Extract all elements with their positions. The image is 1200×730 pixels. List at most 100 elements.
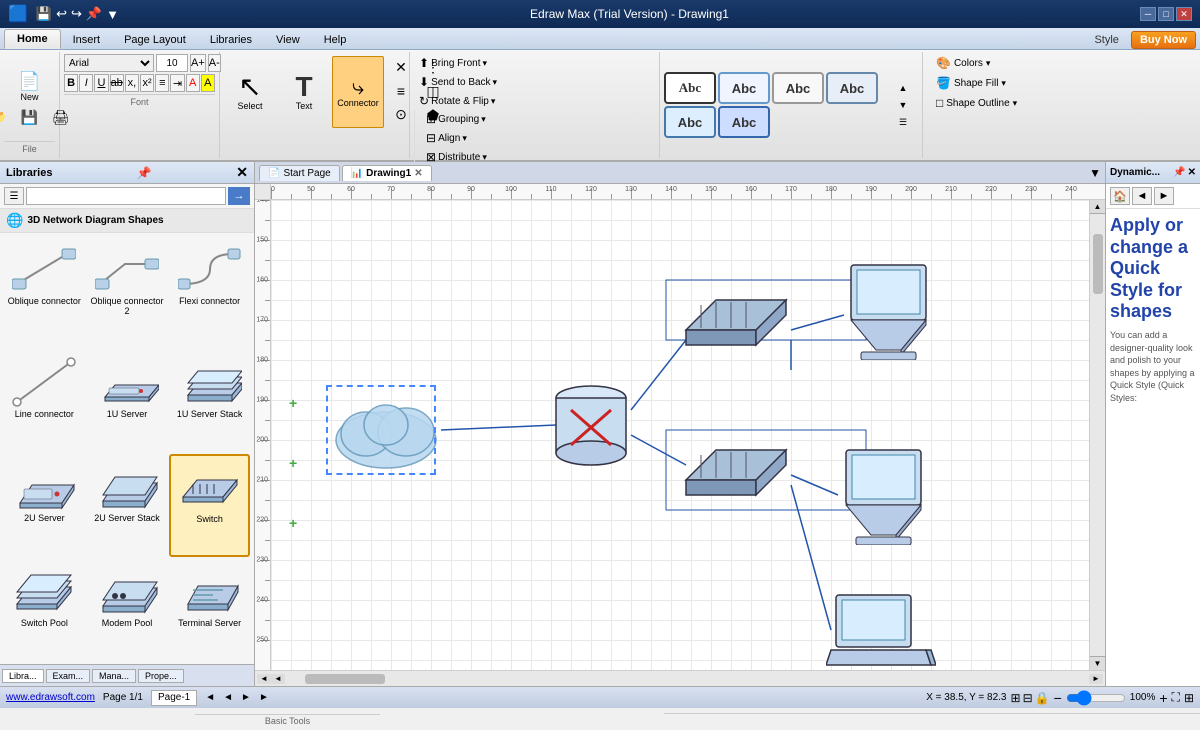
computer-shape-top[interactable] (841, 260, 941, 360)
status-page-tab[interactable]: Page-1 (151, 690, 197, 706)
bold-btn[interactable]: B (64, 74, 78, 92)
colors-btn[interactable]: 🎨 Colors ▾ (931, 54, 1022, 72)
restore-btn[interactable]: □ (1158, 7, 1174, 21)
styles-down[interactable]: ▼ (888, 97, 918, 113)
canvas-tab-close[interactable]: ✕ (414, 168, 422, 179)
shape-line-connector[interactable]: Line connector (4, 350, 85, 451)
status-nav-right[interactable]: ► (241, 692, 251, 703)
shape-switch[interactable]: Switch (169, 454, 250, 557)
quick-access-4[interactable]: 📌 (86, 6, 102, 22)
scrollbar-v-thumb[interactable] (1093, 234, 1103, 294)
status-nav-left2[interactable]: ◄ (223, 692, 233, 703)
canvas-tab-start[interactable]: 📄 Start Page (259, 165, 340, 181)
dynamic-close-btn[interactable]: ✕ (1188, 167, 1196, 178)
list-btn[interactable]: ≡ (155, 74, 169, 92)
shape-oblique-connector-2[interactable]: Oblique connector 2 (87, 237, 168, 348)
zoom-slider[interactable] (1066, 694, 1126, 702)
style-preview-1[interactable]: Abc (664, 72, 716, 104)
shape-oblique-connector[interactable]: Oblique connector (4, 237, 85, 348)
style-preview-2[interactable]: Abc (718, 72, 770, 104)
library-search-input[interactable] (26, 187, 226, 205)
rotate-flip-btn[interactable]: ↻ Rotate & Flip ▾ (414, 92, 655, 110)
vertical-scrollbar[interactable]: ▲ ▼ (1089, 200, 1105, 670)
text-color-btn[interactable]: A (186, 74, 200, 92)
dynamic-prev-btn[interactable]: ◄ (1132, 187, 1152, 205)
strikethrough-btn[interactable]: ab (110, 74, 124, 92)
style-preview-3[interactable]: Abc (772, 72, 824, 104)
connector-btn[interactable]: ⤷ Connector (332, 56, 384, 128)
tab-page-layout[interactable]: Page Layout (112, 31, 198, 49)
grouping-btn[interactable]: ⊞ Grouping ▾ (421, 110, 655, 128)
font-size-input[interactable] (156, 54, 188, 72)
shape-switch-pool[interactable]: Switch Pool (4, 559, 85, 660)
footer-tab-properties[interactable]: Prope... (138, 669, 184, 683)
italic-btn[interactable]: I (79, 74, 93, 92)
save-btn[interactable]: 💾 (15, 107, 45, 128)
dynamic-back-btn[interactable]: 🏠 (1110, 187, 1130, 205)
style-label[interactable]: Style (1086, 31, 1126, 49)
underline-btn[interactable]: U (94, 74, 108, 92)
horizontal-scrollbar[interactable]: ◄ ◄ ► (255, 670, 1105, 686)
scrollbar-h-left[interactable]: ◄ (257, 674, 271, 684)
canvas-tab-drawing1[interactable]: 📊 Drawing1 ✕ (342, 165, 432, 181)
dynamic-pin-btn[interactable]: 📌 (1173, 167, 1185, 178)
quick-access-3[interactable]: ↪ (71, 6, 82, 22)
align-btn[interactable]: ⊟ Align ▾ (421, 129, 655, 147)
quick-access-1[interactable]: 💾 (36, 6, 52, 22)
font-family-select[interactable]: Arial Times New Roman (64, 54, 154, 72)
tab-view[interactable]: View (264, 31, 312, 49)
shape-2u-server[interactable]: 2U Server (4, 454, 85, 557)
close-btn[interactable]: ✕ (1176, 7, 1192, 21)
scrollbar-h-left2[interactable]: ◄ (271, 674, 285, 684)
status-nav-right2[interactable]: ► (259, 692, 269, 703)
status-icon-grid[interactable]: ⊞ (1184, 691, 1194, 705)
subscript-btn[interactable]: x, (125, 74, 139, 92)
style-preview-5[interactable]: Abc (664, 106, 716, 138)
styles-up[interactable]: ▲ (888, 80, 918, 96)
status-icon-fit[interactable]: ⛶ (1172, 690, 1180, 705)
quick-access-2[interactable]: ↩ (56, 6, 67, 22)
footer-tab-libraries[interactable]: Libra... (2, 669, 44, 683)
cloud-shape[interactable] (331, 390, 436, 470)
status-nav-left[interactable]: ◄ (205, 692, 215, 703)
scrollbar-h-right[interactable]: ► (1089, 674, 1103, 684)
shape-1u-server-stack[interactable]: 1U Server Stack (169, 350, 250, 451)
tab-libraries[interactable]: Libraries (198, 31, 264, 49)
shape-modem-pool[interactable]: Modem Pool (87, 559, 168, 660)
font-size-increase[interactable]: A+ (190, 54, 206, 72)
shape-terminal-server[interactable]: Terminal Server (169, 559, 250, 660)
highlight-btn[interactable]: A (201, 74, 215, 92)
tab-help[interactable]: Help (312, 31, 359, 49)
style-preview-4[interactable]: Abc (826, 72, 878, 104)
style-preview-6[interactable]: Abc (718, 106, 770, 138)
quick-access-5[interactable]: ▼ (106, 7, 119, 22)
close-panel-btn[interactable]: ✕ (236, 164, 248, 181)
indent-btn[interactable]: ⇥ (170, 74, 184, 92)
library-search-btn[interactable]: → (228, 187, 250, 205)
switch-shape-top[interactable] (671, 280, 801, 360)
footer-tab-manager[interactable]: Mana... (92, 669, 136, 683)
text-btn[interactable]: T Text (278, 56, 330, 128)
tabs-arrow[interactable]: ▼ (1089, 166, 1101, 180)
computer-shape-middle[interactable] (836, 445, 936, 545)
canvas-drawing-area[interactable]: + + + (271, 200, 1105, 670)
superscript-btn[interactable]: x² (140, 74, 154, 92)
shape-flexi-connector[interactable]: Flexi connector (169, 237, 250, 348)
zoom-out-btn[interactable]: − (1054, 690, 1062, 706)
database-shape[interactable] (551, 380, 631, 470)
shape-fill-btn[interactable]: 🪣 Shape Fill ▾ (931, 74, 1022, 92)
open-btn[interactable]: 📂 (0, 107, 14, 128)
tab-insert[interactable]: Insert (61, 31, 113, 49)
minimize-btn[interactable]: ─ (1140, 7, 1156, 21)
scrollbar-v-down[interactable]: ▼ (1090, 656, 1106, 670)
send-back-btn[interactable]: ⬇ Send to Back ▾ (414, 73, 655, 91)
bring-front-btn[interactable]: ⬆ Bring Front ▾ (414, 54, 655, 72)
library-menu-btn[interactable]: ☰ (4, 187, 24, 205)
pin-btn[interactable]: 📌 (137, 166, 152, 180)
shape-outline-btn[interactable]: □ Shape Outline ▾ (931, 94, 1022, 112)
tab-home[interactable]: Home (4, 29, 61, 49)
laptop-shape[interactable] (826, 590, 936, 670)
scrollbar-v-up[interactable]: ▲ (1090, 200, 1106, 214)
switch-shape-bottom[interactable] (671, 430, 801, 510)
font-size-decrease[interactable]: A- (208, 54, 221, 72)
